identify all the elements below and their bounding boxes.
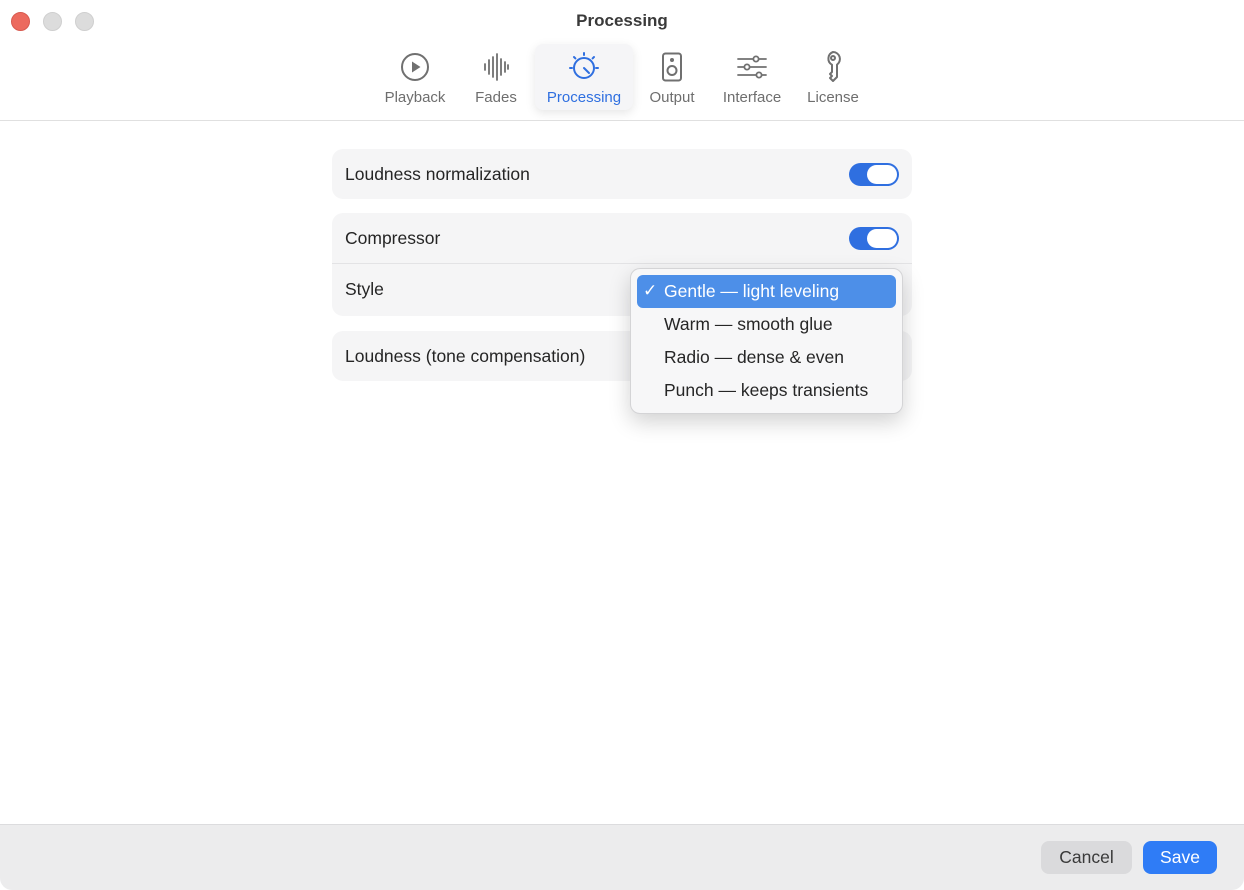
loudness-normalization-label: Loudness normalization <box>345 163 530 184</box>
cancel-button[interactable]: Cancel <box>1041 841 1132 874</box>
loudness-normalization-toggle[interactable] <box>849 163 899 186</box>
compressor-toggle[interactable] <box>849 227 899 250</box>
tab-label: Interface <box>722 89 782 106</box>
preferences-tabs: Playback Fades Processing Output Interfa… <box>373 44 873 110</box>
toolbar: Processing Playback Fades Processing Out… <box>0 0 1244 121</box>
sliders-icon <box>735 50 769 84</box>
footer-bar: Cancel Save <box>0 824 1244 890</box>
style-option-warm[interactable]: Warm — smooth glue <box>637 308 896 341</box>
tab-interface[interactable]: Interface <box>711 44 793 110</box>
tab-label: Fades <box>475 89 517 106</box>
style-option-gentle[interactable]: ✓ Gentle — light leveling <box>637 275 896 308</box>
tab-label: License <box>807 89 859 106</box>
menu-item-label: Gentle — light leveling <box>664 281 840 301</box>
tab-label: Processing <box>546 89 622 106</box>
menu-item-label: Warm — smooth glue <box>664 314 833 334</box>
settings-pane: Loudness normalization Compressor Style … <box>0 121 1244 824</box>
tone-compensation-label: Loudness (tone compensation) <box>345 345 586 366</box>
key-icon <box>816 50 850 84</box>
dial-icon <box>567 50 601 84</box>
window-title: Processing <box>576 11 668 30</box>
style-option-punch[interactable]: Punch — keeps transients <box>637 374 896 407</box>
save-button[interactable]: Save <box>1143 841 1217 874</box>
speaker-icon <box>655 50 689 84</box>
checkmark-icon: ✓ <box>643 281 658 300</box>
waveform-icon <box>479 50 513 84</box>
style-label: Style <box>345 279 384 299</box>
play-circle-icon <box>398 50 432 84</box>
compressor-row: Compressor <box>332 213 912 263</box>
loudness-normalization-group: Loudness normalization <box>332 149 912 199</box>
compressor-label: Compressor <box>345 227 441 248</box>
tab-fades[interactable]: Fades <box>457 44 535 110</box>
menu-item-label: Radio — dense & even <box>664 347 844 367</box>
tab-license[interactable]: License <box>793 44 873 110</box>
tab-output[interactable]: Output <box>633 44 711 110</box>
loudness-normalization-row: Loudness normalization <box>332 149 912 199</box>
toggle-knob <box>867 165 897 184</box>
style-dropdown-menu: ✓ Gentle — light leveling Warm — smooth … <box>630 268 903 414</box>
tab-processing[interactable]: Processing <box>535 44 633 110</box>
style-option-radio[interactable]: Radio — dense & even <box>637 341 896 374</box>
toggle-knob <box>867 229 897 248</box>
tab-playback[interactable]: Playback <box>373 44 457 110</box>
menu-item-label: Punch — keeps transients <box>664 380 869 400</box>
preferences-window: Processing Playback Fades Processing Out… <box>0 0 1244 890</box>
tab-label: Output <box>649 89 695 106</box>
tab-label: Playback <box>384 89 446 106</box>
